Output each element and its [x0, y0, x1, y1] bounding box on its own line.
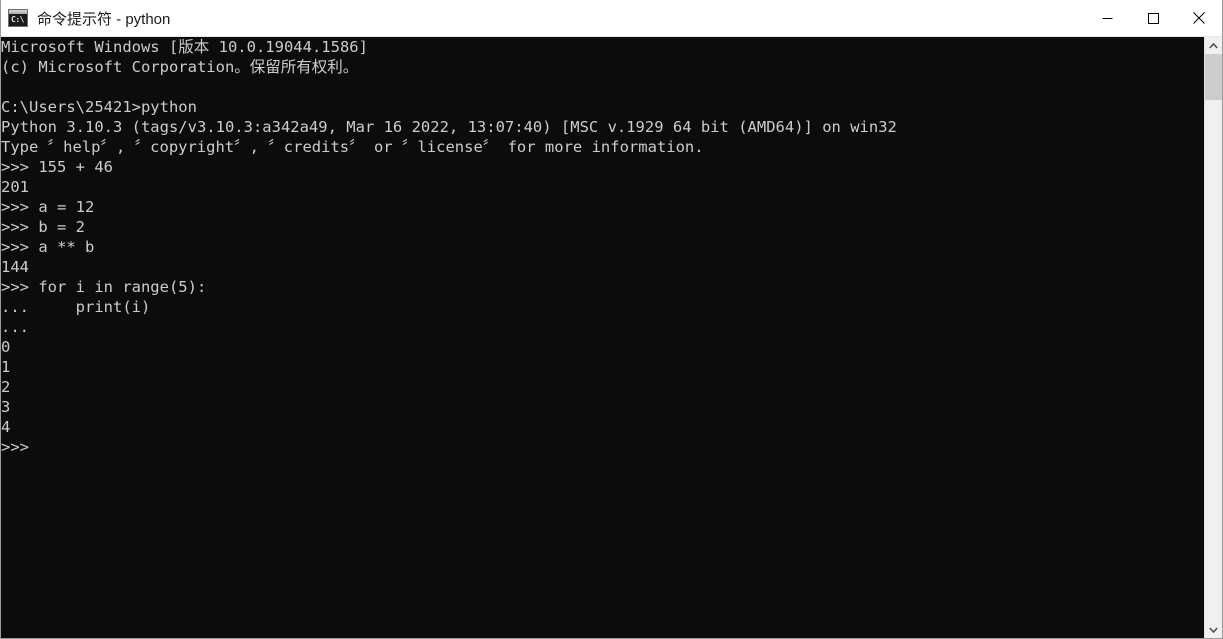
title-bar[interactable]: C:\ 命令提示符 - python [1, 0, 1222, 37]
console-line: >>> a ** b [1, 238, 95, 256]
console-line: ... print(i) [1, 298, 151, 316]
console-line: 0 [1, 338, 11, 356]
scroll-up-button[interactable] [1205, 37, 1222, 54]
console-line: (c) Microsoft Corporation。保留所有权利。 [1, 58, 359, 76]
scroll-down-arrow-icon [1209, 626, 1218, 633]
close-icon [1193, 12, 1205, 24]
console-output[interactable]: Microsoft Windows [版本 10.0.19044.1586] (c… [1, 37, 1204, 638]
scrollbar-thumb[interactable] [1205, 54, 1222, 100]
console-line: 3 [1, 398, 11, 416]
cmd-icon-titlebar [9, 10, 27, 14]
console-line: >>> a = 12 [1, 198, 95, 216]
console-line: C:\Users\25421>python [1, 98, 197, 116]
command-prompt-window: C:\ 命令提示符 - python Microsoft Windows [版本… [0, 0, 1223, 639]
console-line: 2 [1, 378, 11, 396]
close-button[interactable] [1176, 0, 1222, 37]
console-line: ... [1, 318, 29, 336]
scrollbar-track[interactable] [1205, 54, 1222, 621]
maximize-button[interactable] [1130, 0, 1176, 37]
minimize-button[interactable] [1084, 0, 1130, 37]
console-line: 144 [1, 258, 29, 276]
console-line: Microsoft Windows [版本 10.0.19044.1586] [1, 38, 368, 56]
maximize-icon [1147, 12, 1159, 24]
window-controls [1084, 0, 1222, 37]
console-area: Microsoft Windows [版本 10.0.19044.1586] (c… [1, 37, 1222, 638]
console-line: >>> 155 + 46 [1, 158, 113, 176]
console-line: >>> for i in range(5): [1, 278, 207, 296]
console-line: >>> b = 2 [1, 218, 85, 236]
title-bar-left: C:\ 命令提示符 - python [1, 8, 1084, 29]
scroll-down-button[interactable] [1205, 621, 1222, 638]
cmd-icon[interactable]: C:\ [8, 9, 28, 27]
console-line: Python 3.10.3 (tags/v3.10.3:a342a49, Mar… [1, 118, 897, 136]
cmd-icon-prompt-text: C:\ [11, 15, 24, 24]
console-line: 1 [1, 358, 11, 376]
console-line: 201 [1, 178, 29, 196]
console-line: Type 〞help〞, 〞copyright〞, 〞credits〞 or 〞… [1, 138, 704, 156]
console-line: 4 [1, 418, 11, 436]
window-title: 命令提示符 - python [37, 10, 171, 28]
scroll-up-arrow-icon [1209, 42, 1218, 49]
console-line: >>> [1, 438, 29, 456]
vertical-scrollbar[interactable] [1204, 37, 1222, 638]
minimize-icon [1102, 17, 1112, 19]
